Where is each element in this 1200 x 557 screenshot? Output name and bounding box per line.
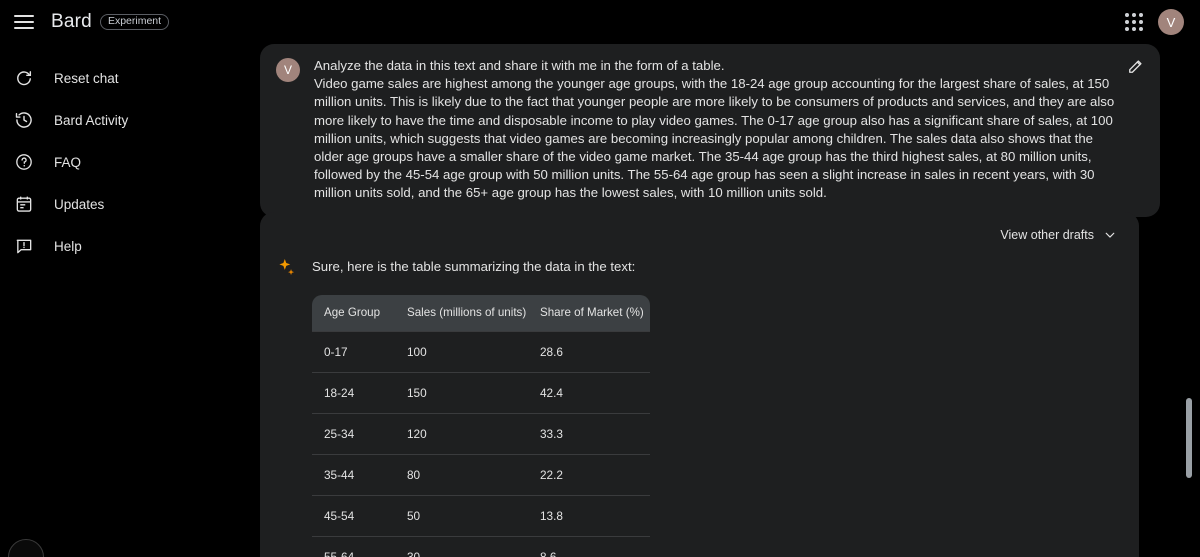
- table-cell-age-group: 35-44: [312, 454, 395, 496]
- brand: Bard Experiment: [51, 11, 170, 33]
- user-message-card: V Analyze the data in this text and shar…: [260, 44, 1160, 217]
- sidebar-item-label: Reset chat: [54, 70, 119, 86]
- table-cell-share: 8.6: [528, 536, 650, 557]
- table-cell-sales: 30: [395, 536, 528, 557]
- table-cell-sales: 50: [395, 495, 528, 537]
- user-prompt-body: Video game sales are highest among the y…: [314, 76, 1115, 201]
- table-cell-sales: 80: [395, 454, 528, 496]
- table-body: 0-17 100 28.6 18-24 150 42.4 25-34 120 3…: [312, 331, 650, 557]
- sidebar-item-label: Help: [54, 238, 82, 254]
- table-row: 18-24 150 42.4: [312, 372, 650, 414]
- view-other-drafts-button[interactable]: View other drafts: [1000, 228, 1117, 242]
- top-bar: Bard Experiment V: [0, 0, 1200, 44]
- avatar[interactable]: V: [1158, 9, 1184, 35]
- bard-sparkle-icon: [276, 257, 298, 279]
- table-header-cell: Sales (millions of units): [395, 295, 528, 332]
- scrollbar-thumb[interactable]: [1186, 398, 1192, 478]
- sidebar-item-reset-chat[interactable]: Reset chat: [0, 58, 235, 98]
- table-header-row: Age Group Sales (millions of units) Shar…: [312, 295, 650, 332]
- sidebar-item-label: Updates: [54, 196, 105, 212]
- user-prompt-line: Analyze the data in this text and share …: [314, 58, 725, 73]
- table-row: 25-34 120 33.3: [312, 413, 650, 455]
- sidebar-item-label: Bard Activity: [54, 112, 129, 128]
- table-cell-sales: 150: [395, 372, 528, 414]
- sidebar: Reset chat Bard Activity FAQ Updates Hel…: [0, 44, 247, 557]
- table-cell-age-group: 45-54: [312, 495, 395, 537]
- hamburger-menu-icon[interactable]: [14, 15, 34, 29]
- experiment-badge: Experiment: [99, 13, 170, 31]
- sidebar-item-label: FAQ: [54, 154, 82, 170]
- table-cell-sales: 100: [395, 331, 528, 373]
- table-row: 55-64 30 8.6: [312, 536, 650, 557]
- pencil-edit-icon[interactable]: [1126, 56, 1148, 78]
- calendar-icon: [14, 194, 34, 214]
- summary-table-wrapper: Age Group Sales (millions of units) Shar…: [312, 295, 650, 557]
- drafts-row: View other drafts: [260, 222, 1139, 248]
- bot-response-body: Sure, here is the table summarizing the …: [260, 248, 1139, 557]
- top-bar-actions: V: [1124, 9, 1184, 35]
- table-cell-share: 28.6: [528, 331, 650, 373]
- table-row: 45-54 50 13.8: [312, 495, 650, 537]
- bot-main-content: Sure, here is the table summarizing the …: [312, 256, 1139, 557]
- sidebar-item-updates[interactable]: Updates: [0, 184, 235, 224]
- feedback-bubble-icon: [14, 236, 34, 256]
- sidebar-item-help[interactable]: Help: [0, 226, 235, 266]
- apps-grid-icon[interactable]: [1124, 12, 1144, 32]
- sidebar-item-faq[interactable]: FAQ: [0, 142, 235, 182]
- table-header-cell: Age Group: [312, 295, 395, 332]
- scrollbar-track[interactable]: [1185, 0, 1194, 557]
- table-cell-age-group: 0-17: [312, 331, 395, 373]
- history-clock-icon: [14, 110, 34, 130]
- summary-table: Age Group Sales (millions of units) Shar…: [312, 295, 650, 557]
- table-cell-age-group: 55-64: [312, 536, 395, 557]
- sidebar-item-bard-activity[interactable]: Bard Activity: [0, 100, 235, 140]
- chevron-down-icon: [1103, 228, 1117, 242]
- view-other-drafts-label: View other drafts: [1000, 228, 1094, 242]
- table-row: 35-44 80 22.2: [312, 454, 650, 496]
- table-cell-share: 13.8: [528, 495, 650, 537]
- app-title: Bard: [51, 11, 92, 32]
- user-message-text: Analyze the data in this text and share …: [314, 57, 1144, 203]
- table-cell-share: 22.2: [528, 454, 650, 496]
- refresh-icon: [14, 68, 34, 88]
- bot-lead-text: Sure, here is the table summarizing the …: [312, 259, 636, 274]
- bard-app-window: Bard Experiment V Reset chat Bard Activi…: [0, 0, 1200, 557]
- table-head: Age Group Sales (millions of units) Shar…: [312, 295, 650, 332]
- table-cell-age-group: 18-24: [312, 372, 395, 414]
- table-cell-share: 42.4: [528, 372, 650, 414]
- user-avatar: V: [276, 58, 300, 82]
- question-circle-icon: [14, 152, 34, 172]
- table-cell-sales: 120: [395, 413, 528, 455]
- table-header-cell: Share of Market (%): [528, 295, 650, 332]
- bottom-orb-icon[interactable]: [8, 539, 44, 557]
- bot-response-card: View other drafts Sure, here is the tabl…: [260, 212, 1139, 557]
- table-cell-share: 33.3: [528, 413, 650, 455]
- conversation-area: V Analyze the data in this text and shar…: [247, 0, 1200, 557]
- table-row: 0-17 100 28.6: [312, 331, 650, 373]
- table-cell-age-group: 25-34: [312, 413, 395, 455]
